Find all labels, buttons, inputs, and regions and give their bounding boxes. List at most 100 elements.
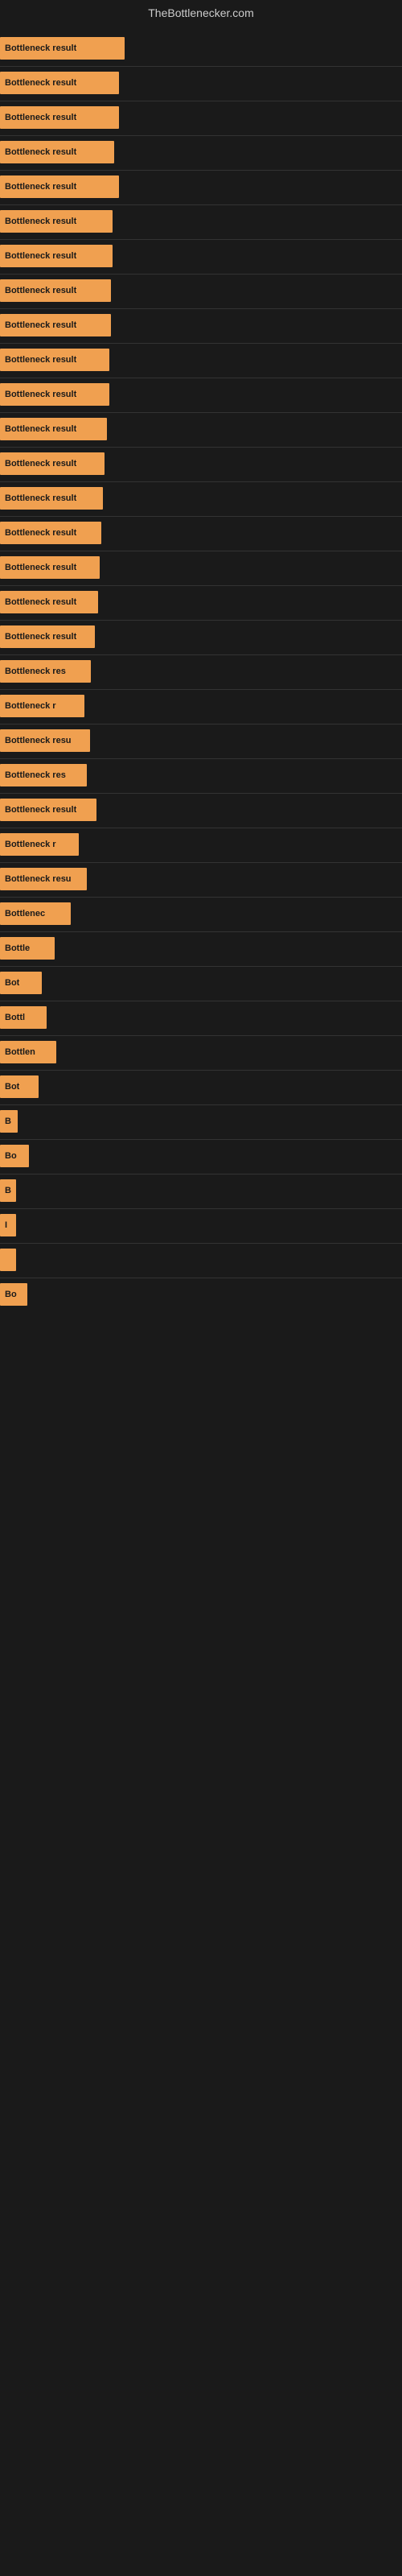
bar-label: Bottleneck result [5, 390, 76, 399]
bar-item: Bottleneck result [0, 487, 103, 510]
bar-label: Bottleneck result [5, 182, 76, 192]
separator [0, 758, 402, 759]
bar-row: Bottleneck result [0, 138, 402, 167]
bar-label: Bottl [5, 1013, 25, 1022]
bars-container: Bottleneck result Bottleneck result Bottle… [0, 26, 402, 1319]
separator [0, 1104, 402, 1105]
separator [0, 620, 402, 621]
separator [0, 274, 402, 275]
bar-row: B [0, 1107, 402, 1136]
bar-label: Bottleneck r [5, 701, 56, 711]
bar-row: Bottleneck result [0, 380, 402, 409]
bar-row: Bottleneck result [0, 795, 402, 824]
bar-label: Bottleneck result [5, 493, 76, 503]
bar-item: Bottleneck result [0, 314, 111, 336]
bar-label: Bottlen [5, 1047, 35, 1057]
bar-label: Bottleneck result [5, 355, 76, 365]
separator [0, 931, 402, 932]
bar-row: Bo [0, 1280, 402, 1309]
bar-item: Bottle [0, 937, 55, 960]
bar-row: Bottle [0, 934, 402, 963]
bar-label: Bottleneck result [5, 320, 76, 330]
bar-row: Bottleneck resu [0, 726, 402, 755]
bar-row: Bottleneck resu [0, 865, 402, 894]
bar-label: B [5, 1117, 11, 1126]
bar-item: Bo [0, 1145, 29, 1167]
bar-item [0, 1249, 16, 1271]
separator [0, 343, 402, 344]
separator [0, 204, 402, 205]
bar-row: Bottleneck res [0, 761, 402, 790]
bar-label: Bottleneck result [5, 217, 76, 226]
bar-item: Bottleneck res [0, 764, 87, 786]
separator [0, 481, 402, 482]
bar-item: Bottlen [0, 1041, 56, 1063]
separator [0, 1208, 402, 1209]
separator [0, 135, 402, 136]
bar-row: Bot [0, 968, 402, 997]
bar-item: Bottleneck result [0, 72, 119, 94]
bar-row: Bottleneck result [0, 276, 402, 305]
bar-item: Bottleneck result [0, 625, 95, 648]
bar-label: Bottleneck result [5, 632, 76, 642]
bar-item: Bottleneck result [0, 383, 109, 406]
bar-row: Bottleneck result [0, 103, 402, 132]
bar-label: Bottleneck result [5, 459, 76, 469]
bar-row: Bottleneck result [0, 553, 402, 582]
bar-row: I [0, 1211, 402, 1240]
bar-label: B [5, 1186, 11, 1195]
bar-item: Bottleneck resu [0, 729, 90, 752]
bar-row: Bottleneck result [0, 345, 402, 374]
bar-label: Bottleneck res [5, 667, 66, 676]
bar-label: Bot [5, 978, 19, 988]
bar-label: Bottleneck resu [5, 736, 72, 745]
bar-item: Bottlenec [0, 902, 71, 925]
bar-row: Bottlenec [0, 899, 402, 928]
bar-row: Bottleneck r [0, 830, 402, 859]
separator [0, 1139, 402, 1140]
bar-item: Bottleneck res [0, 660, 91, 683]
bar-row [0, 1245, 402, 1274]
bar-label: Bottleneck r [5, 840, 56, 849]
separator [0, 1035, 402, 1036]
bar-label: Bottleneck resu [5, 874, 72, 884]
separator [0, 897, 402, 898]
bar-row: B [0, 1176, 402, 1205]
bar-row: Bottl [0, 1003, 402, 1032]
bar-item: I [0, 1214, 16, 1236]
bar-row: Bottleneck result [0, 242, 402, 270]
separator [0, 170, 402, 171]
separator [0, 793, 402, 794]
bar-label: Bottleneck result [5, 597, 76, 607]
bar-row: Bottleneck result [0, 588, 402, 617]
bar-item: Bottleneck result [0, 556, 100, 579]
bar-row: Bottleneck result [0, 415, 402, 444]
bar-row: Bottleneck result [0, 518, 402, 547]
bar-label: Bottleneck result [5, 528, 76, 538]
bar-item: B [0, 1110, 18, 1133]
separator [0, 412, 402, 413]
bar-label: Bottle [5, 943, 30, 953]
bar-label: Bottleneck res [5, 770, 66, 780]
bar-row: Bottleneck result [0, 484, 402, 513]
bar-label: Bottleneck result [5, 251, 76, 261]
bar-row: Bottleneck result [0, 172, 402, 201]
bar-label: Bottleneck result [5, 113, 76, 122]
bar-row: Bo [0, 1141, 402, 1170]
bar-item: Bottleneck result [0, 279, 111, 302]
bar-item: Bottl [0, 1006, 47, 1029]
bar-label: Bottleneck result [5, 78, 76, 88]
bar-label: Bottleneck result [5, 805, 76, 815]
bar-item: Bottleneck result [0, 106, 119, 129]
bar-item: Bottleneck r [0, 695, 84, 717]
bar-item: Bot [0, 1075, 39, 1098]
bar-item: Bottleneck result [0, 591, 98, 613]
bar-row: Bottleneck result [0, 311, 402, 340]
bar-row: Bottleneck result [0, 622, 402, 651]
bar-row: Bottleneck result [0, 449, 402, 478]
bar-label: I [5, 1220, 7, 1230]
separator [0, 516, 402, 517]
bar-row: Bottleneck result [0, 34, 402, 63]
bar-item: Bottleneck result [0, 452, 105, 475]
bar-row: Bottleneck res [0, 657, 402, 686]
